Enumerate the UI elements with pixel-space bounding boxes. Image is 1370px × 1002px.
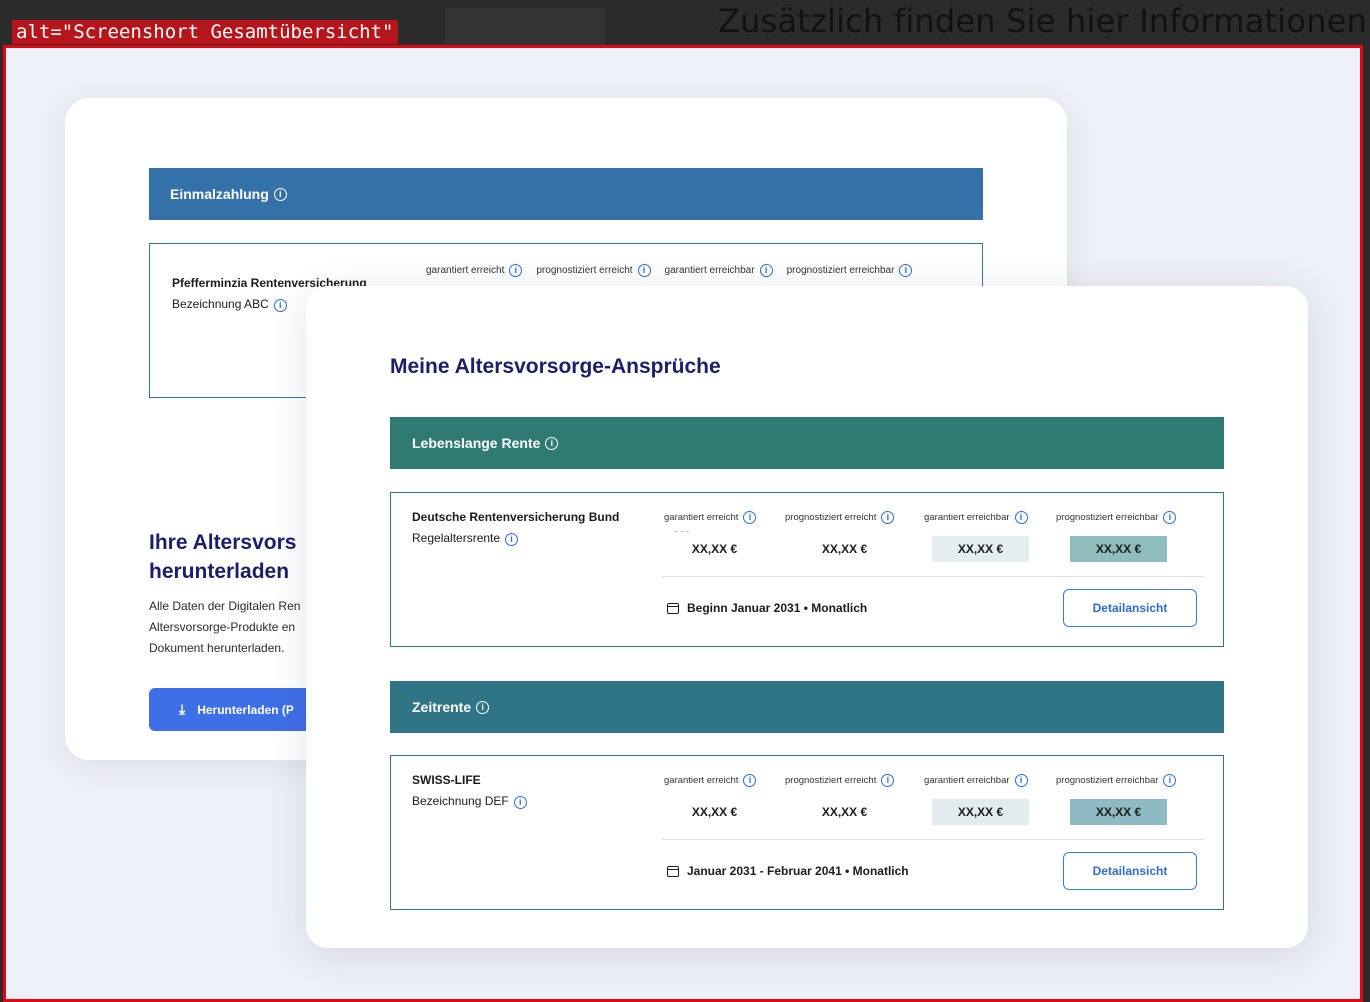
info-icon[interactable]: i: [743, 511, 757, 524]
column-label-text: prognostiziert erreichbar: [786, 265, 895, 276]
column-label-text: prognostiziert erreicht: [785, 775, 877, 786]
top-bar: alt="Screenshort Gesamtübersicht" Zusätz…: [0, 0, 1370, 47]
detail-button[interactable]: Detailansicht: [1063, 589, 1197, 627]
date-info: Januar 2031 - Februar 2041 • Monatlich: [667, 864, 909, 878]
column-label-text: garantiert erreichbar: [924, 512, 1010, 523]
download-button-label: Herunterladen (P: [197, 702, 294, 717]
column-label-text: prognostiziert erreichbar: [1056, 775, 1159, 786]
download-heading: Ihre Altersvors herunterladen: [149, 528, 296, 586]
info-icon[interactable]: i: [505, 533, 519, 546]
product-name: SWISS-LIFE: [412, 773, 481, 787]
column-label-text: garantiert erreichbar: [664, 265, 755, 276]
info-icon[interactable]: i: [273, 299, 287, 312]
calendar-icon: [667, 602, 679, 614]
info-icon[interactable]: i: [273, 187, 287, 201]
product-box-swisslife: SWISS-LIFE Bezeichnung DEF i garantiert e…: [390, 755, 1224, 910]
divider: [662, 839, 1204, 840]
paragraph-line: Altersvorsorge-Produkte en: [149, 620, 296, 634]
info-icon[interactable]: i: [899, 264, 913, 277]
value-prognostiziert-erreicht: XX,XX €: [821, 805, 868, 819]
value-garantiert-erreichbar: XX,XX €: [932, 799, 1029, 825]
date-info: Beginn Januar 2031 • Monatlich: [667, 601, 867, 615]
download-icon: ⤓: [179, 701, 186, 717]
info-icon[interactable]: i: [476, 700, 490, 714]
download-heading-line: herunterladen: [149, 560, 290, 583]
column-label: garantiert erreicht i: [426, 264, 523, 277]
column-label: prognostiziert erreichbar i: [1056, 511, 1177, 524]
download-heading-line: Ihre Altersvors: [149, 531, 297, 554]
column-label-text: garantiert erreicht: [664, 512, 739, 523]
info-icon[interactable]: i: [637, 264, 651, 277]
section-label: Zeitrente: [412, 699, 472, 715]
info-icon[interactable]: i: [743, 774, 757, 787]
value-garantiert-erreicht: XX,XX €: [691, 542, 738, 556]
paragraph-line: Alle Daten der Digitalen Ren: [149, 599, 301, 613]
info-icon[interactable]: i: [881, 774, 895, 787]
column-label-text: garantiert erreichbar: [924, 775, 1010, 786]
product-description: Bezeichnung DEF i: [412, 794, 527, 809]
column-labels: garantiert erreicht i prognostiziert erre…: [426, 264, 913, 277]
calendar-icon: [667, 865, 679, 877]
info-icon[interactable]: i: [1163, 774, 1177, 787]
product-box-drv: Deutsche Rentenversicherung Bund Regelal…: [390, 492, 1224, 647]
column-label: garantiert erreicht i: [664, 511, 757, 524]
info-icon[interactable]: i: [509, 264, 523, 277]
front-card: Meine Altersvorsorge-Ansprüche Lebenslan…: [306, 286, 1308, 948]
column-label-text: prognostiziert erreicht: [536, 265, 633, 276]
info-icon[interactable]: i: [513, 796, 527, 809]
column-label: prognostiziert erreicht i: [536, 264, 651, 277]
product-description-text: Bezeichnung DEF: [412, 794, 509, 808]
date-text: Januar 2031 - Februar 2041 • Monatlich: [687, 864, 909, 878]
info-icon[interactable]: i: [1163, 511, 1177, 524]
loading-indicator: [675, 531, 689, 535]
column-label-text: garantiert erreicht: [664, 775, 739, 786]
product-description-text: Regelaltersrente: [412, 531, 501, 545]
section-band-einmalzahlung: Einmalzahlung i: [149, 168, 983, 220]
column-label: garantiert erreichbar i: [924, 774, 1028, 787]
divider: [662, 576, 1204, 577]
info-icon[interactable]: i: [1014, 511, 1028, 524]
value-prognostiziert-erreichbar: XX,XX €: [1070, 799, 1167, 825]
detail-button[interactable]: Detailansicht: [1063, 852, 1197, 890]
info-icon[interactable]: i: [1014, 774, 1028, 787]
value-prognostiziert-erreichbar: XX,XX €: [1070, 536, 1167, 562]
column-label: prognostiziert erreichbar i: [1056, 774, 1177, 787]
download-paragraph: Alle Daten der Digitalen Ren Altersvorso…: [149, 596, 300, 659]
section-band-zeitrente: Zeitrente i: [390, 681, 1224, 733]
column-label-text: prognostiziert erreicht: [785, 512, 877, 523]
section-label: Einmalzahlung: [170, 186, 269, 202]
page-headline: Zusätzlich finden Sie hier Informationen…: [718, 2, 1370, 40]
date-text: Beginn Januar 2031 • Monatlich: [687, 601, 868, 615]
info-icon[interactable]: i: [881, 511, 895, 524]
product-description-text: Bezeichnung ABC: [172, 297, 269, 311]
info-icon[interactable]: i: [759, 264, 773, 277]
info-icon[interactable]: i: [545, 436, 559, 450]
alt-text-tag: alt="Screenshort Gesamtübersicht": [12, 20, 398, 44]
column-label: garantiert erreicht i: [664, 774, 757, 787]
top-bar-block: [445, 8, 605, 47]
column-label: garantiert erreichbar i: [924, 511, 1028, 524]
product-name: Deutsche Rentenversicherung Bund: [412, 510, 620, 524]
page-title: Meine Altersvorsorge-Ansprüche: [390, 355, 721, 378]
column-label: garantiert erreichbar i: [665, 264, 773, 277]
column-label: prognostiziert erreichbar i: [787, 264, 913, 277]
column-label-text: garantiert erreicht: [426, 265, 505, 276]
value-garantiert-erreicht: XX,XX €: [691, 805, 738, 819]
product-description: Regelaltersrente i: [412, 531, 519, 546]
section-band-lebenslange-rente: Lebenslange Rente i: [390, 417, 1224, 469]
section-label: Lebenslange Rente: [412, 435, 541, 451]
paragraph-line: Dokument herunterladen.: [149, 641, 285, 655]
screenshot-frame: Einmalzahlung i Pfefferminzia Rentenvers…: [3, 45, 1363, 1002]
product-description: Bezeichnung ABC i: [172, 297, 287, 312]
column-label: prognostiziert erreicht i: [785, 774, 895, 787]
column-label-text: prognostiziert erreichbar: [1056, 512, 1159, 523]
column-label: prognostiziert erreicht i: [785, 511, 895, 524]
value-prognostiziert-erreicht: XX,XX €: [821, 542, 868, 556]
value-garantiert-erreichbar: XX,XX €: [932, 536, 1029, 562]
